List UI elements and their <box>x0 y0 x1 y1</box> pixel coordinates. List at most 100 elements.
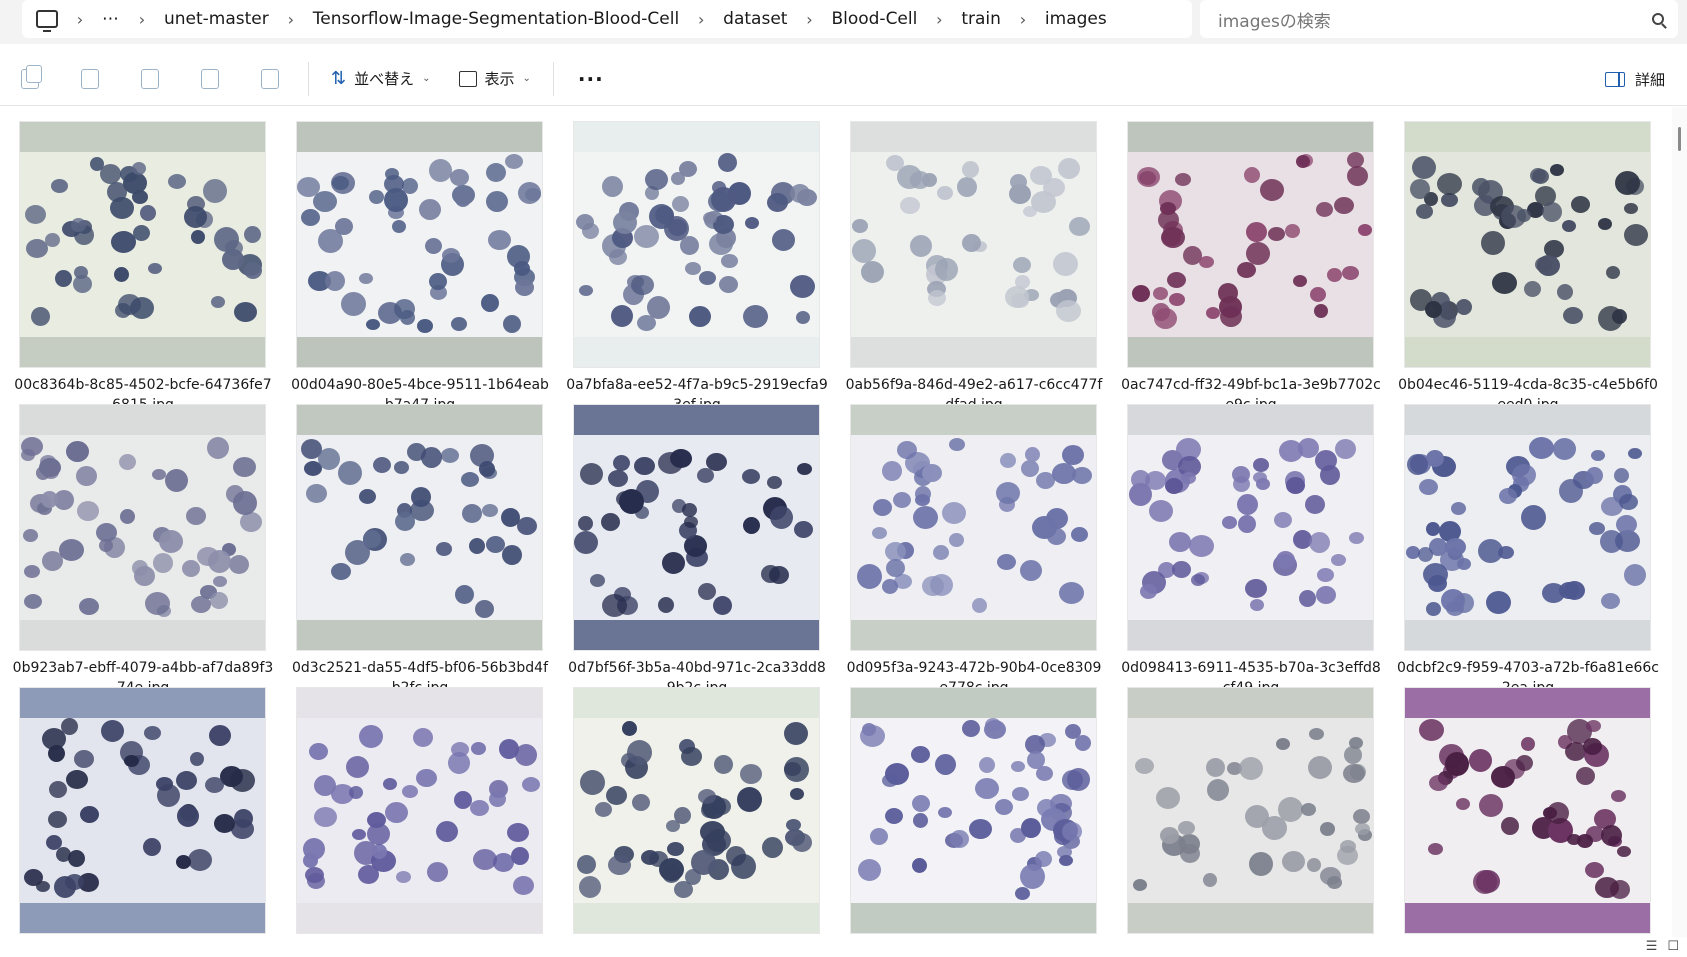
cell-shape <box>385 168 399 180</box>
breadcrumb-item-dataset[interactable]: dataset <box>723 9 787 29</box>
cell-shape <box>1245 579 1267 598</box>
view-label: 表示 <box>484 70 515 88</box>
cell-shape <box>1335 439 1356 459</box>
image-thumbnail[interactable] <box>1128 688 1373 933</box>
image-thumbnail[interactable] <box>1405 688 1650 933</box>
cell-shape <box>862 723 876 736</box>
image-thumbnail[interactable] <box>574 405 819 650</box>
chevron-right-icon[interactable]: › <box>679 10 723 29</box>
large-icons-view-icon[interactable]: ☐ <box>1667 939 1679 954</box>
image-thumbnail[interactable] <box>1405 405 1650 650</box>
view-button[interactable]: 表示 ⌄ <box>445 59 545 99</box>
cell-shape <box>1343 764 1365 783</box>
image-thumbnail[interactable] <box>851 405 1096 650</box>
details-pane-button[interactable]: 詳細 <box>1604 52 1665 106</box>
file-item[interactable] <box>0 673 276 937</box>
cell-shape <box>366 319 380 330</box>
file-item[interactable] <box>554 673 830 937</box>
details-view-icon[interactable]: ☰ <box>1646 939 1658 954</box>
file-item[interactable]: 0b04ec46-5119-4cda-8c35-c4e5b6f0eed0.jpg <box>1385 107 1661 413</box>
file-item[interactable]: 0d095f3a-9243-472b-90b4-0ce8309e778c.jpg <box>831 390 1107 696</box>
cell-shape <box>470 800 489 816</box>
cell-shape <box>857 564 882 589</box>
breadcrumb[interactable]: › ⋯ › unet-master › Tensorflow-Image-Seg… <box>22 0 1192 38</box>
delete-button[interactable] <box>240 59 300 99</box>
chevron-right-icon[interactable]: › <box>120 10 164 29</box>
cell-shape <box>177 805 199 827</box>
file-item[interactable] <box>831 673 1107 937</box>
breadcrumb-item-images[interactable]: images <box>1045 9 1107 29</box>
cell-shape <box>55 270 72 287</box>
cell-shape <box>369 190 384 204</box>
scrollbar-thumb[interactable] <box>1678 127 1681 151</box>
share-icon <box>201 68 219 89</box>
cell-shape <box>574 531 598 554</box>
cell-shape <box>359 489 376 504</box>
cell-shape <box>1516 755 1533 771</box>
image-thumbnail[interactable] <box>297 122 542 367</box>
paste-button[interactable] <box>60 59 120 99</box>
image-thumbnail[interactable] <box>20 688 265 933</box>
cell-shape <box>1615 171 1640 195</box>
cell-shape <box>942 502 966 524</box>
breadcrumb-item-blood-cell[interactable]: Blood-Cell <box>831 9 917 29</box>
thumbnail-letterbox <box>20 903 265 933</box>
breadcrumb-overflow[interactable]: ⋯ <box>102 9 120 29</box>
share-button[interactable] <box>180 59 240 99</box>
cell-shape <box>1246 222 1267 242</box>
chevron-right-icon[interactable]: › <box>1001 10 1045 29</box>
file-item[interactable]: 0dcbf2c9-f959-4703-a72b-f6a81e66c2ea.jpg <box>1385 390 1661 696</box>
chevron-right-icon[interactable]: › <box>917 10 961 29</box>
chevron-right-icon[interactable]: › <box>787 10 831 29</box>
image-thumbnail[interactable] <box>297 405 542 650</box>
file-item[interactable]: 0a7bfa8a-ee52-4f7a-b9c5-2919ecfa93ef.jpg <box>554 107 830 413</box>
cell-shape <box>120 509 135 524</box>
file-item[interactable]: 0ac747cd-ff32-49bf-bc1a-3e9b7702ce9c.jpg <box>1108 107 1384 413</box>
cell-shape <box>595 802 612 817</box>
file-item[interactable]: 0d3c2521-da55-4df5-bf06-56b3bd4fb2fc.jpg <box>277 390 553 696</box>
search-icon[interactable] <box>1638 10 1678 29</box>
image-thumbnail[interactable] <box>851 688 1096 933</box>
copy-button[interactable] <box>0 59 60 99</box>
vertical-scrollbar[interactable] <box>1672 107 1687 937</box>
image-thumbnail[interactable] <box>20 405 265 650</box>
cell-shape <box>1550 164 1564 176</box>
cell-shape <box>471 742 486 755</box>
file-item[interactable] <box>1108 673 1384 937</box>
image-thumbnail[interactable] <box>1128 405 1373 650</box>
breadcrumb-item-train[interactable]: train <box>961 9 1001 29</box>
image-thumbnail[interactable] <box>574 688 819 933</box>
cell-shape <box>1305 495 1325 514</box>
blood-cell-image <box>574 435 819 620</box>
file-item[interactable]: 0d7bf56f-3b5a-40bd-971c-2ca33dd89b2c.jpg <box>554 390 830 696</box>
cell-shape <box>972 598 987 613</box>
image-thumbnail[interactable] <box>20 122 265 367</box>
image-thumbnail[interactable] <box>1405 122 1650 367</box>
sort-button[interactable]: ⇅ 並べ替え ⌄ <box>317 59 445 99</box>
cell-shape <box>1218 283 1238 303</box>
breadcrumb-item-project[interactable]: Tensorflow-Image-Segmentation-Blood-Cell <box>313 9 679 29</box>
cell-shape <box>659 858 684 881</box>
file-item[interactable]: 00d04a90-80e5-4bce-9511-1b64eabb7a47.jpg <box>277 107 553 413</box>
this-pc-icon[interactable] <box>36 10 58 32</box>
image-thumbnail[interactable] <box>574 122 819 367</box>
file-item[interactable]: 00c8364b-8c85-4502-bcfe-64736fe76815.jpg <box>0 107 276 413</box>
more-options-button[interactable]: ··· <box>562 67 620 91</box>
file-item[interactable]: 0d098413-6911-4535-b70a-3c3effd8cf49.jpg <box>1108 390 1384 696</box>
file-item[interactable]: 0b923ab7-ebff-4079-a4bb-af7da89f374e.jpg <box>0 390 276 696</box>
file-item[interactable] <box>1385 673 1661 937</box>
search-input[interactable]: imagesの検索 <box>1218 7 1638 32</box>
image-thumbnail[interactable] <box>1128 122 1373 367</box>
chevron-right-icon[interactable]: › <box>269 10 313 29</box>
breadcrumb-item-unet-master[interactable]: unet-master <box>164 9 269 29</box>
search-box[interactable]: imagesの検索 <box>1200 0 1678 38</box>
cell-shape <box>701 802 717 818</box>
file-view[interactable]: 00c8364b-8c85-4502-bcfe-64736fe76815.jpg… <box>0 107 1672 937</box>
rename-button[interactable] <box>120 59 180 99</box>
file-item[interactable]: 0ab56f9a-846d-49e2-a617-c6cc477fdfad.jpg <box>831 107 1107 413</box>
chevron-right-icon[interactable]: › <box>58 10 102 29</box>
cell-shape <box>995 799 1013 815</box>
file-item[interactable] <box>277 673 553 937</box>
image-thumbnail[interactable] <box>297 688 542 933</box>
image-thumbnail[interactable] <box>851 122 1096 367</box>
